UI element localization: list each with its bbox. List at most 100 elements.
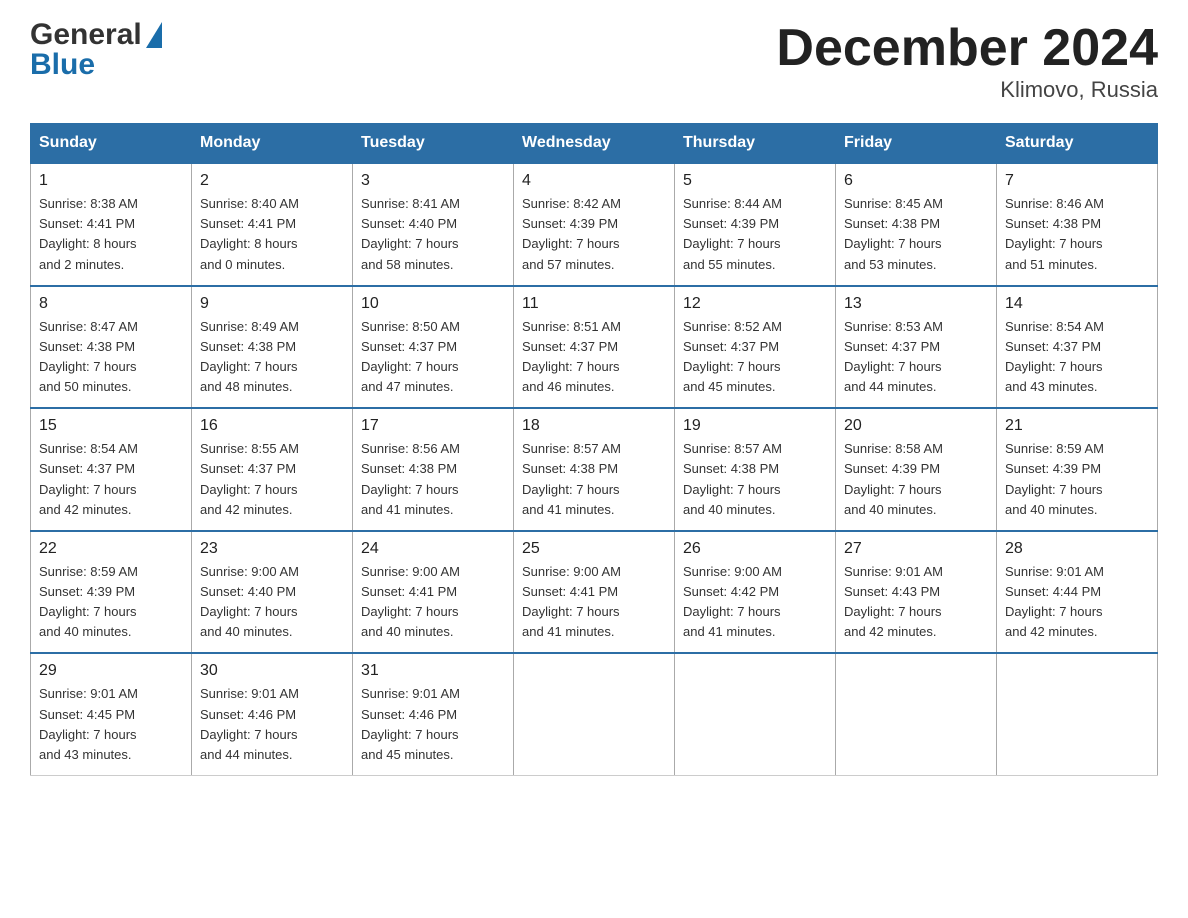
col-header-wednesday: Wednesday <box>514 124 675 164</box>
calendar-week-1: 1Sunrise: 8:38 AM Sunset: 4:41 PM Daylig… <box>31 163 1158 286</box>
day-number: 11 <box>522 295 666 313</box>
calendar-cell: 18 Sunrise: 8:57 AM Sunset: 4:38 PM Dayli… <box>514 408 675 531</box>
day-number: 19 <box>683 417 827 435</box>
day-number: 26 <box>683 540 827 558</box>
day-info: Sunrise: 8:56 AM Sunset: 4:38 PM Dayligh… <box>361 439 505 520</box>
calendar-cell: 13 Sunrise: 8:53 AM Sunset: 4:37 PM Dayli… <box>836 286 997 409</box>
subtitle: Klimovo, Russia <box>776 77 1158 103</box>
col-header-saturday: Saturday <box>997 124 1158 164</box>
day-info: Sunrise: 9:00 AM Sunset: 4:41 PM Dayligh… <box>361 562 505 643</box>
col-header-monday: Monday <box>192 124 353 164</box>
day-number: 5 <box>683 172 827 190</box>
calendar-cell: 17 Sunrise: 8:56 AM Sunset: 4:38 PM Dayli… <box>353 408 514 531</box>
day-info: Sunrise: 9:01 AM Sunset: 4:43 PM Dayligh… <box>844 562 988 643</box>
day-number: 13 <box>844 295 988 313</box>
day-info: Sunrise: 8:59 AM Sunset: 4:39 PM Dayligh… <box>1005 439 1149 520</box>
day-info: Sunrise: 8:51 AM Sunset: 4:37 PM Dayligh… <box>522 317 666 398</box>
logo-blue-text: Blue <box>30 50 162 80</box>
calendar-cell: 29 Sunrise: 9:01 AM Sunset: 4:45 PM Dayli… <box>31 653 192 775</box>
day-info: Sunrise: 9:01 AM Sunset: 4:46 PM Dayligh… <box>361 684 505 765</box>
day-number: 23 <box>200 540 344 558</box>
day-number: 7 <box>1005 172 1149 190</box>
day-info: Sunrise: 8:50 AM Sunset: 4:37 PM Dayligh… <box>361 317 505 398</box>
day-info: Sunrise: 8:41 AM Sunset: 4:40 PM Dayligh… <box>361 194 505 275</box>
calendar-cell: 28Sunrise: 9:01 AM Sunset: 4:44 PM Dayli… <box>997 531 1158 654</box>
logo: General Blue <box>30 20 162 80</box>
calendar-cell: 22 Sunrise: 8:59 AM Sunset: 4:39 PM Dayli… <box>31 531 192 654</box>
calendar-cell: 25Sunrise: 9:00 AM Sunset: 4:41 PM Dayli… <box>514 531 675 654</box>
day-info: Sunrise: 8:54 AM Sunset: 4:37 PM Dayligh… <box>1005 317 1149 398</box>
calendar-cell: 4Sunrise: 8:42 AM Sunset: 4:39 PM Daylig… <box>514 163 675 286</box>
calendar-week-2: 8Sunrise: 8:47 AM Sunset: 4:38 PM Daylig… <box>31 286 1158 409</box>
day-number: 18 <box>522 417 666 435</box>
col-header-sunday: Sunday <box>31 124 192 164</box>
day-number: 21 <box>1005 417 1149 435</box>
title-block: December 2024 Klimovo, Russia <box>776 20 1158 103</box>
calendar-cell <box>675 653 836 775</box>
day-info: Sunrise: 8:42 AM Sunset: 4:39 PM Dayligh… <box>522 194 666 275</box>
calendar-cell: 30 Sunrise: 9:01 AM Sunset: 4:46 PM Dayli… <box>192 653 353 775</box>
day-number: 12 <box>683 295 827 313</box>
day-info: Sunrise: 9:00 AM Sunset: 4:40 PM Dayligh… <box>200 562 344 643</box>
day-number: 2 <box>200 172 344 190</box>
day-info: Sunrise: 8:54 AM Sunset: 4:37 PM Dayligh… <box>39 439 183 520</box>
day-info: Sunrise: 8:52 AM Sunset: 4:37 PM Dayligh… <box>683 317 827 398</box>
day-number: 25 <box>522 540 666 558</box>
calendar-cell: 12 Sunrise: 8:52 AM Sunset: 4:37 PM Dayli… <box>675 286 836 409</box>
calendar-cell: 19 Sunrise: 8:57 AM Sunset: 4:38 PM Dayli… <box>675 408 836 531</box>
calendar-cell: 6 Sunrise: 8:45 AM Sunset: 4:38 PM Daylig… <box>836 163 997 286</box>
day-info: Sunrise: 8:49 AM Sunset: 4:38 PM Dayligh… <box>200 317 344 398</box>
day-number: 8 <box>39 295 183 313</box>
day-number: 15 <box>39 417 183 435</box>
day-info: Sunrise: 8:59 AM Sunset: 4:39 PM Dayligh… <box>39 562 183 643</box>
day-number: 6 <box>844 172 988 190</box>
day-info: Sunrise: 9:00 AM Sunset: 4:42 PM Dayligh… <box>683 562 827 643</box>
calendar-cell: 5 Sunrise: 8:44 AM Sunset: 4:39 PM Daylig… <box>675 163 836 286</box>
calendar-cell: 3 Sunrise: 8:41 AM Sunset: 4:40 PM Daylig… <box>353 163 514 286</box>
day-info: Sunrise: 8:57 AM Sunset: 4:38 PM Dayligh… <box>683 439 827 520</box>
logo-general-text: General <box>30 20 142 50</box>
calendar-week-5: 29 Sunrise: 9:01 AM Sunset: 4:45 PM Dayli… <box>31 653 1158 775</box>
calendar-cell <box>514 653 675 775</box>
day-info: Sunrise: 9:01 AM Sunset: 4:46 PM Dayligh… <box>200 684 344 765</box>
calendar-week-3: 15 Sunrise: 8:54 AM Sunset: 4:37 PM Dayli… <box>31 408 1158 531</box>
day-info: Sunrise: 8:45 AM Sunset: 4:38 PM Dayligh… <box>844 194 988 275</box>
col-header-tuesday: Tuesday <box>353 124 514 164</box>
calendar-cell: 23 Sunrise: 9:00 AM Sunset: 4:40 PM Dayli… <box>192 531 353 654</box>
day-number: 24 <box>361 540 505 558</box>
day-number: 16 <box>200 417 344 435</box>
day-number: 1 <box>39 172 183 190</box>
day-number: 9 <box>200 295 344 313</box>
calendar-cell: 1Sunrise: 8:38 AM Sunset: 4:41 PM Daylig… <box>31 163 192 286</box>
day-info: Sunrise: 8:46 AM Sunset: 4:38 PM Dayligh… <box>1005 194 1149 275</box>
calendar-cell <box>997 653 1158 775</box>
day-info: Sunrise: 8:55 AM Sunset: 4:37 PM Dayligh… <box>200 439 344 520</box>
calendar-cell: 21 Sunrise: 8:59 AM Sunset: 4:39 PM Dayli… <box>997 408 1158 531</box>
day-info: Sunrise: 8:53 AM Sunset: 4:37 PM Dayligh… <box>844 317 988 398</box>
calendar-cell: 14Sunrise: 8:54 AM Sunset: 4:37 PM Dayli… <box>997 286 1158 409</box>
calendar-cell: 15 Sunrise: 8:54 AM Sunset: 4:37 PM Dayli… <box>31 408 192 531</box>
calendar-header-row: SundayMondayTuesdayWednesdayThursdayFrid… <box>31 124 1158 164</box>
day-number: 17 <box>361 417 505 435</box>
day-info: Sunrise: 8:57 AM Sunset: 4:38 PM Dayligh… <box>522 439 666 520</box>
day-number: 29 <box>39 662 183 680</box>
main-title: December 2024 <box>776 20 1158 77</box>
calendar-cell: 27 Sunrise: 9:01 AM Sunset: 4:43 PM Dayli… <box>836 531 997 654</box>
day-number: 27 <box>844 540 988 558</box>
day-number: 22 <box>39 540 183 558</box>
calendar-cell: 24 Sunrise: 9:00 AM Sunset: 4:41 PM Dayli… <box>353 531 514 654</box>
day-number: 28 <box>1005 540 1149 558</box>
day-number: 20 <box>844 417 988 435</box>
calendar-cell: 8Sunrise: 8:47 AM Sunset: 4:38 PM Daylig… <box>31 286 192 409</box>
calendar-cell: 11 Sunrise: 8:51 AM Sunset: 4:37 PM Dayli… <box>514 286 675 409</box>
day-number: 10 <box>361 295 505 313</box>
calendar-cell: 26 Sunrise: 9:00 AM Sunset: 4:42 PM Dayli… <box>675 531 836 654</box>
calendar-cell: 20Sunrise: 8:58 AM Sunset: 4:39 PM Dayli… <box>836 408 997 531</box>
day-info: Sunrise: 9:01 AM Sunset: 4:45 PM Dayligh… <box>39 684 183 765</box>
calendar-cell: 2Sunrise: 8:40 AM Sunset: 4:41 PM Daylig… <box>192 163 353 286</box>
day-info: Sunrise: 8:44 AM Sunset: 4:39 PM Dayligh… <box>683 194 827 275</box>
day-number: 3 <box>361 172 505 190</box>
calendar-cell: 16 Sunrise: 8:55 AM Sunset: 4:37 PM Dayli… <box>192 408 353 531</box>
calendar-cell: 31Sunrise: 9:01 AM Sunset: 4:46 PM Dayli… <box>353 653 514 775</box>
day-number: 30 <box>200 662 344 680</box>
